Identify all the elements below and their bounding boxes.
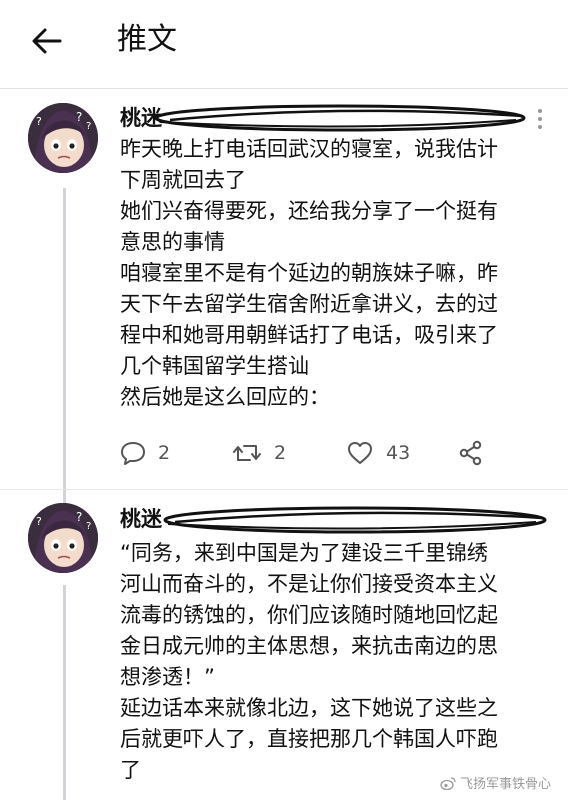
avatar[interactable]: ? ? ? — [28, 503, 98, 573]
svg-text:?: ? — [86, 121, 91, 132]
share-button[interactable] — [458, 436, 484, 470]
tweet-line: 程中和她哥用朝鲜话打了电话，吸引来了 — [120, 323, 498, 347]
header-divider — [0, 88, 568, 89]
like-button[interactable]: 43 — [346, 436, 410, 470]
tweet-line: 延边话本来就像北边，这下她说了这些之 — [120, 696, 498, 720]
tweet-body: 昨天晚上打电话回武汉的寝室，说我估计 下周就回去了 她们兴奋得要死，还给我分享了… — [120, 134, 560, 413]
svg-text:?: ? — [76, 110, 82, 124]
tweet-line: “同务，来到中国是为了建设三千里锦绣 — [120, 541, 488, 565]
tweet-divider — [0, 489, 568, 490]
author-name[interactable]: 桃迷 — [120, 504, 162, 534]
tweet-line: 金日成元帅的主体思想，来抗击南边的思 — [120, 634, 498, 658]
tweet-line: 天下午去留学生宿舍附近拿讲义，去的过 — [120, 292, 498, 316]
app-header: 推文 — [0, 0, 568, 90]
reply-count: 2 — [158, 442, 171, 464]
avatar-image: ? ? ? — [28, 503, 98, 573]
redaction-scribble — [163, 506, 547, 534]
watermark-text: 飞扬军事铁骨心 — [460, 777, 552, 792]
tweet-line: 河山而奋斗的，不是让你们接受资本主义 — [120, 572, 498, 596]
tweet-line: 咱寝室里不是有个延边的朝族妹子嘛，昨 — [120, 261, 498, 285]
svg-text:?: ? — [36, 115, 42, 128]
svg-text:?: ? — [36, 515, 42, 528]
retweet-icon — [233, 445, 261, 461]
tweet-line: 下周就回去了 — [120, 168, 246, 192]
tweet-line: 昨天晚上打电话回武汉的寝室，说我估计 — [120, 137, 498, 161]
tweet-actions: 2 2 43 — [120, 436, 560, 470]
tweet-line: 意思的事情 — [120, 230, 225, 254]
heart-icon — [348, 442, 372, 464]
thread-connector — [63, 188, 66, 526]
like-count: 43 — [386, 442, 411, 464]
tweet-line: 流毒的锈蚀的，你们应该随时随地回忆起 — [120, 603, 498, 627]
weibo-logo-icon — [440, 776, 456, 790]
tweet-line: 她们兴奋得要死，还给我分享了一个挺有 — [120, 199, 498, 223]
retweet-button[interactable]: 2 — [232, 436, 286, 470]
more-vertical-icon — [538, 109, 542, 129]
comment-icon — [121, 442, 145, 465]
avatar[interactable]: ? ? ? — [28, 103, 98, 173]
back-button[interactable] — [30, 24, 64, 58]
reply-button[interactable]: 2 — [120, 436, 170, 470]
tweet-line: 想渗透！” — [120, 665, 215, 689]
arrow-left-icon — [32, 28, 62, 54]
tweet-line: 几个韩国留学生搭讪 — [120, 354, 309, 378]
svg-text:?: ? — [86, 521, 91, 532]
watermark: 飞扬军事铁骨心 — [440, 773, 551, 792]
tweet-line: 后就更吓人了，直接把那几个韩国人吓跑 — [120, 727, 498, 751]
svg-text:?: ? — [76, 510, 82, 524]
thread-connector — [63, 585, 66, 800]
tweet-line: 然后她是这么回应的： — [120, 385, 330, 409]
share-icon — [459, 440, 482, 466]
avatar-image: ? ? ? — [28, 103, 98, 173]
retweet-count: 2 — [274, 442, 287, 464]
tweet-body: “同务，来到中国是为了建设三千里锦绣 河山而奋斗的，不是让你们接受资本主义 流毒… — [120, 538, 560, 786]
page-title: 推文 — [117, 22, 177, 57]
more-options-button[interactable] — [535, 107, 545, 131]
